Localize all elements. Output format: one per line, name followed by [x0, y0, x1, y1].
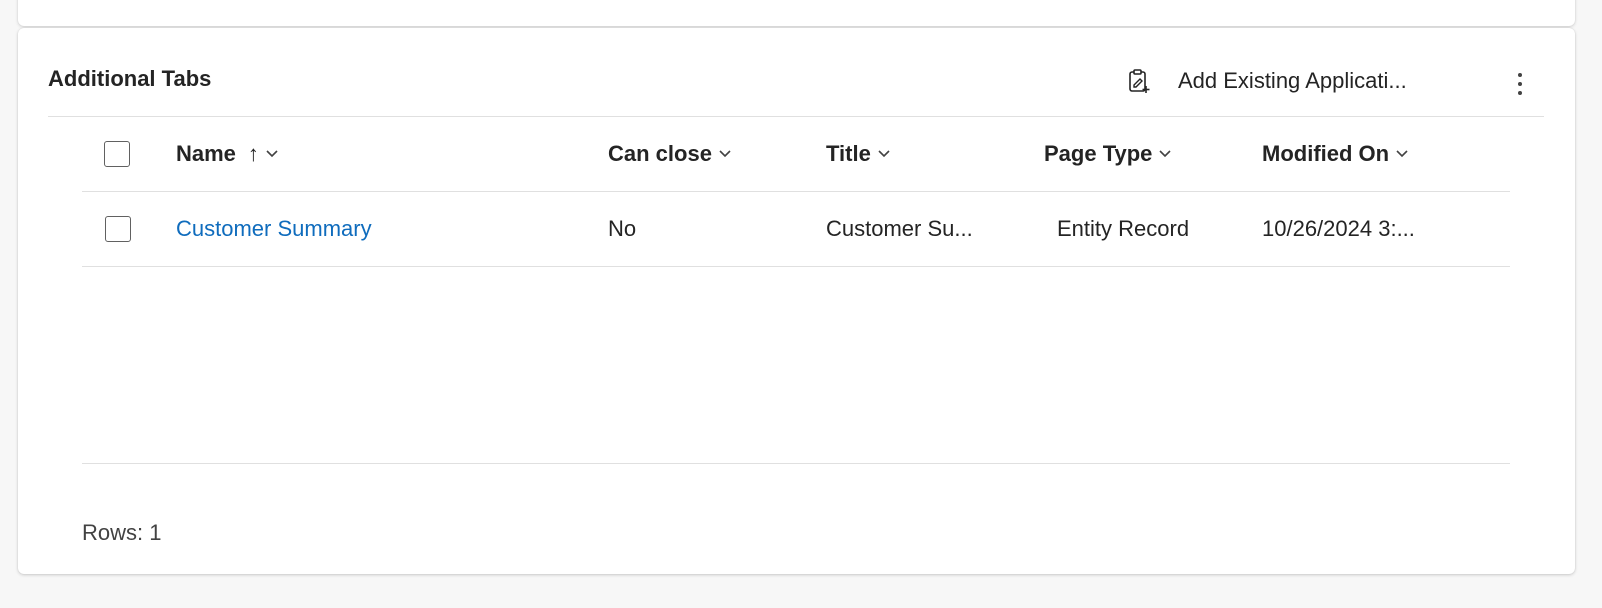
- cell-modified-on: 10/26/2024 3:...: [1262, 192, 1415, 266]
- more-dot: [1518, 91, 1522, 95]
- more-vertical-icon: [1518, 73, 1522, 77]
- select-all-checkbox-cell: [104, 117, 130, 191]
- modified-on-value: 10/26/2024 3:...: [1262, 216, 1415, 241]
- column-header-name[interactable]: Name ↑: [176, 117, 278, 191]
- record-name-link[interactable]: Customer Summary: [176, 216, 372, 242]
- clipboard-add-icon: [1126, 67, 1152, 95]
- can-close-value: No: [608, 216, 637, 241]
- additional-tabs-section: Additional Tabs Add Existing Applicati..…: [18, 28, 1575, 574]
- chevron-down-icon: [266, 148, 278, 160]
- previous-section-card: [18, 0, 1575, 26]
- cell-title: Customer Su...: [826, 192, 973, 266]
- add-existing-application-tab-button[interactable]: Add Existing Applicati...: [1126, 64, 1407, 98]
- table-row[interactable]: Customer Summary No Customer Su... Entit…: [82, 192, 1510, 267]
- column-header-modified-on-label: Modified On: [1262, 141, 1390, 166]
- cell-can-close: No: [608, 192, 636, 266]
- grid-empty-area: [82, 267, 1510, 464]
- column-header-page-type[interactable]: Page Type: [1044, 117, 1171, 191]
- select-all-checkbox[interactable]: [104, 141, 130, 167]
- sort-ascending-icon: ↑: [247, 141, 259, 166]
- header-row: Name ↑ Can close Title Page Type Modifie…: [82, 117, 1510, 192]
- row-select-checkbox[interactable]: [105, 216, 131, 242]
- section-title: Additional Tabs: [48, 66, 212, 91]
- column-header-name-label: Name: [176, 141, 236, 166]
- column-header-title[interactable]: Title: [826, 117, 890, 191]
- column-header-title-label: Title: [826, 141, 871, 166]
- cell-name: Customer Summary: [176, 192, 372, 266]
- page-type-value: Entity Record: [1057, 216, 1190, 241]
- more-commands-button[interactable]: [1508, 66, 1532, 102]
- title-value: Customer Su...: [826, 216, 973, 241]
- row-count: Rows: 1: [82, 520, 162, 545]
- column-header-page-type-label: Page Type: [1044, 141, 1153, 166]
- chevron-down-icon: [1159, 148, 1171, 160]
- cell-page-type: Entity Record: [1057, 192, 1189, 266]
- subgrid: Name ↑ Can close Title Page Type Modifie…: [82, 117, 1510, 464]
- add-existing-label: Add Existing Applicati...: [1178, 68, 1407, 93]
- column-header-can-close[interactable]: Can close: [608, 117, 731, 191]
- row-select-checkbox-cell: [105, 192, 131, 266]
- more-dot: [1518, 82, 1522, 86]
- chevron-down-icon: [878, 148, 890, 160]
- column-header-modified-on[interactable]: Modified On: [1262, 117, 1408, 191]
- chevron-down-icon: [1396, 148, 1408, 160]
- chevron-down-icon: [719, 148, 731, 160]
- column-header-can-close-label: Can close: [608, 141, 712, 166]
